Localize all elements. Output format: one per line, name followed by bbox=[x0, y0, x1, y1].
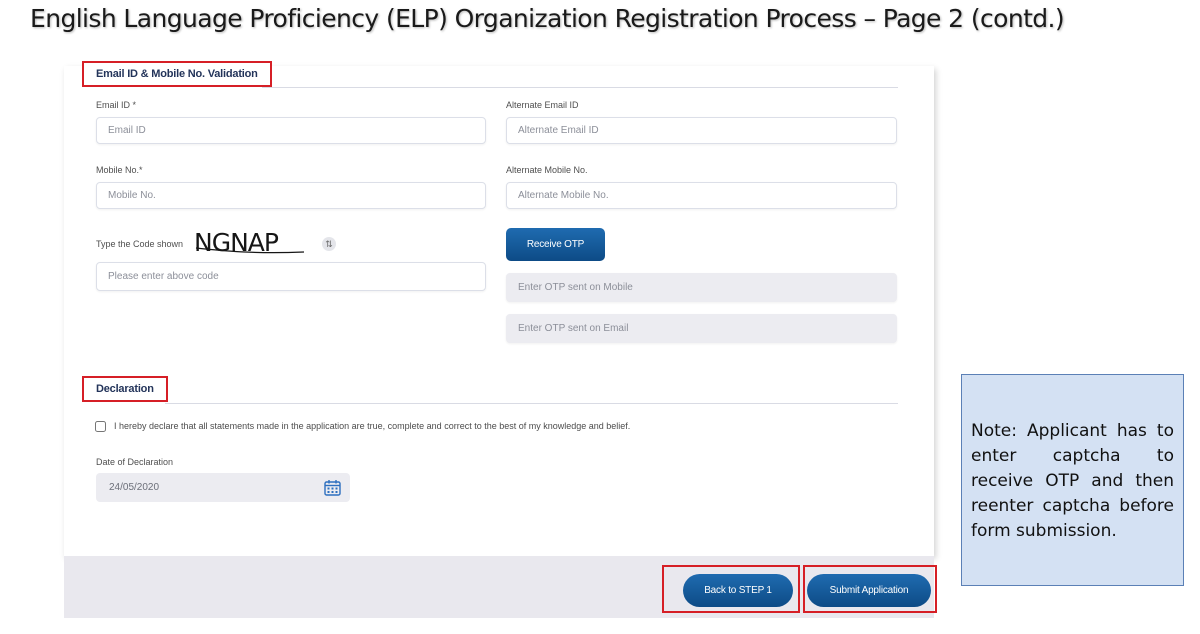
declaration-date-label: Date of Declaration bbox=[96, 457, 174, 467]
calendar-icon[interactable] bbox=[324, 479, 341, 496]
alternate-mobile-input[interactable] bbox=[506, 182, 897, 209]
submit-application-button[interactable]: Submit Application bbox=[807, 574, 931, 607]
section-divider bbox=[262, 87, 898, 88]
receive-otp-button[interactable]: Receive OTP bbox=[506, 228, 605, 261]
otp-email-input[interactable] bbox=[506, 314, 897, 343]
declaration-text: I hereby declare that all statements mad… bbox=[114, 421, 631, 431]
alternate-mobile-label: Alternate Mobile No. bbox=[506, 165, 588, 175]
email-input[interactable] bbox=[96, 117, 486, 144]
otp-mobile-input[interactable] bbox=[506, 273, 897, 302]
captcha-label: Type the Code shown bbox=[96, 239, 184, 249]
declaration-checkbox[interactable] bbox=[95, 421, 106, 432]
email-label: Email ID * bbox=[96, 100, 137, 110]
mobile-label: Mobile No.* bbox=[96, 165, 143, 175]
declaration-date-value: 24/05/2020 bbox=[109, 482, 160, 493]
slide-title: English Language Proficiency (ELP) Organ… bbox=[30, 4, 1065, 33]
section-heading-declaration: Declaration bbox=[82, 376, 168, 402]
captcha-input[interactable] bbox=[96, 262, 486, 291]
alternate-email-input[interactable] bbox=[506, 117, 897, 144]
mobile-input[interactable] bbox=[96, 182, 486, 209]
section-divider bbox=[165, 403, 898, 404]
alternate-email-label: Alternate Email ID bbox=[506, 100, 579, 110]
note-callout: Note: Applicant has to enter captcha to … bbox=[961, 374, 1184, 586]
section-heading-email-mobile: Email ID & Mobile No. Validation bbox=[82, 61, 272, 87]
refresh-captcha-icon[interactable]: ⇅ bbox=[322, 237, 336, 251]
captcha-image: NGNAP bbox=[194, 225, 312, 261]
back-to-step1-button[interactable]: Back to STEP 1 bbox=[683, 574, 793, 607]
captcha-noise-line bbox=[195, 247, 305, 254]
declaration-date-field[interactable]: 24/05/2020 bbox=[96, 473, 350, 502]
